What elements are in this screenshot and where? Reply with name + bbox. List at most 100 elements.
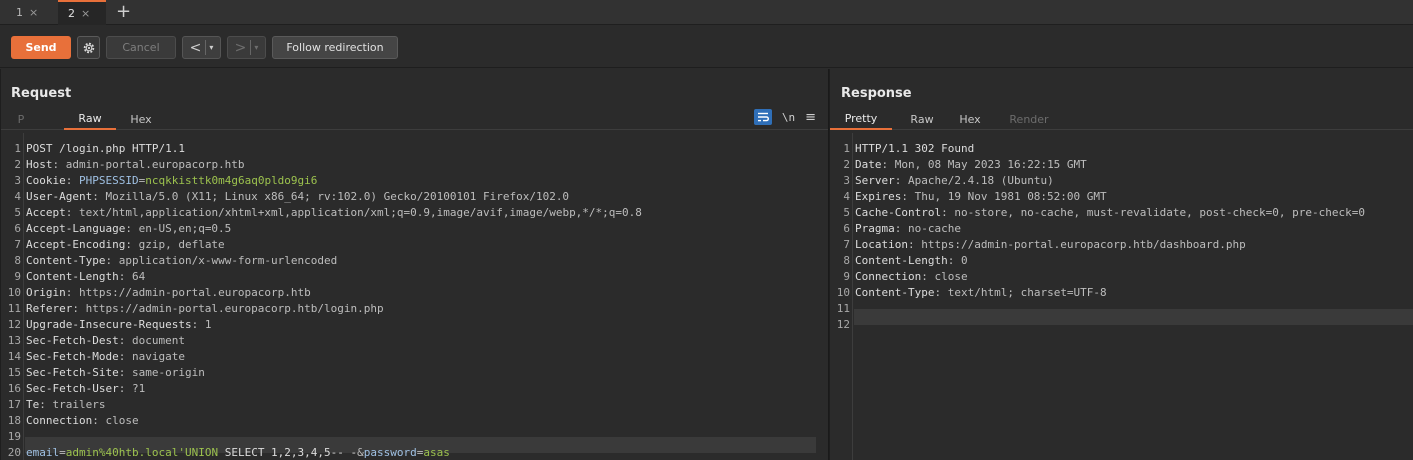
- line-text: Accept-Encoding: gzip, deflate: [26, 237, 225, 253]
- line-text: Accept-Language: en-US,en;q=0.5: [26, 221, 231, 237]
- tab-1[interactable]: 1 ×: [6, 0, 52, 25]
- line-text: POST /login.php HTTP/1.1: [26, 141, 185, 157]
- header-value: : admin-portal.europacorp.htb: [52, 158, 245, 171]
- line-text: Cookie: PHPSESSID=ncqkkisttk0m4g6aq0pldo…: [26, 173, 317, 189]
- code-line: 2 Date: Mon, 08 May 2023 16:22:15 GMT: [830, 157, 1413, 173]
- code-line: 8 Content-Type: application/x-www-form-ur…: [1, 253, 828, 269]
- header-name: Pragma: [855, 222, 895, 235]
- code-line: 17 Te: trailers: [1, 397, 828, 413]
- tab-pretty[interactable]: Pretty: [830, 108, 892, 130]
- code-line: 16 Sec-Fetch-User: ?1: [1, 381, 828, 397]
- header-value: : navigate: [118, 350, 185, 363]
- code-line: 3 Cookie: PHPSESSID=ncqkkisttk0m4g6aq0pld…: [1, 173, 828, 189]
- header-value: : close: [92, 414, 139, 427]
- code-line: 12: [830, 317, 1413, 333]
- tab-pretty[interactable]: P: [11, 108, 31, 130]
- line-text: Content-Length: 64: [26, 269, 145, 285]
- line-text: Expires: Thu, 19 Nov 1981 08:52:00 GMT: [855, 189, 1107, 205]
- close-icon[interactable]: ×: [81, 7, 90, 20]
- code-line: 6 Accept-Language: en-US,en;q=0.5: [1, 221, 828, 237]
- separator: [250, 40, 252, 55]
- header-value: : Mozilla/5.0 (X11; Linux x86_64; rv:102…: [92, 190, 570, 203]
- cancel-button[interactable]: Cancel: [106, 36, 176, 59]
- back-button[interactable]: < ▾: [182, 36, 221, 59]
- tab-raw[interactable]: Raw: [902, 108, 942, 130]
- header-value: : document: [118, 334, 185, 347]
- line-number: 7: [843, 238, 850, 251]
- add-tab-button[interactable]: +: [116, 1, 131, 23]
- line-number: 19: [7, 430, 21, 443]
- close-icon[interactable]: ×: [29, 6, 38, 19]
- code-line: 7 Accept-Encoding: gzip, deflate: [1, 237, 828, 253]
- line-number: 18: [7, 414, 21, 427]
- tab-2[interactable]: 2 ×: [58, 0, 106, 25]
- tab-hex[interactable]: Hex: [952, 108, 988, 130]
- header-name: Origin: [26, 286, 66, 299]
- line-text: Host: admin-portal.europacorp.htb: [26, 157, 245, 173]
- header-name: Content-Type: [855, 286, 935, 299]
- body-eq: =: [59, 446, 66, 459]
- tab-label: 1: [16, 6, 23, 19]
- line-number: 5: [14, 206, 21, 219]
- line-number: 3: [14, 174, 21, 187]
- chevron-left-icon: <: [189, 39, 202, 56]
- line-number: 12: [7, 318, 21, 331]
- header-name: Sec-Fetch-Site: [26, 366, 119, 379]
- body-param-name: password: [363, 446, 417, 459]
- body-param-value: asas: [423, 446, 450, 459]
- body-param-value: admin%40htb.local'UNION: [65, 446, 219, 459]
- cookie-name: PHPSESSID: [79, 174, 139, 187]
- chevron-down-icon[interactable]: ▾: [209, 43, 213, 52]
- header-name: Location: [855, 238, 908, 251]
- code-line: 10 Origin: https://admin-portal.europacor…: [1, 285, 828, 301]
- chevron-down-icon[interactable]: ▾: [254, 43, 258, 52]
- line-number: 17: [7, 398, 21, 411]
- request-editor[interactable]: 1 POST /login.php HTTP/1.1 2 Host: admin-po…: [1, 133, 828, 460]
- header-value: : ?1: [118, 382, 146, 395]
- code-line: 3 Server: Apache/2.4.18 (Ubuntu): [830, 173, 1413, 189]
- wrap-lines-toggle[interactable]: [753, 109, 772, 125]
- code-line: 13 Sec-Fetch-Dest: document: [1, 333, 828, 349]
- header-value: : https://admin-portal.europacorp.htb: [65, 286, 311, 299]
- code-line: 10 Content-Type: text/html; charset=UTF-8: [830, 285, 1413, 301]
- settings-button[interactable]: [77, 36, 100, 59]
- header-value: : no-store, no-cache, must-revalidate, p…: [941, 206, 1365, 219]
- code-line: 11 Referer: https://admin-portal.europaco…: [1, 301, 828, 317]
- code-line: 9 Content-Length: 64: [1, 269, 828, 285]
- forward-button[interactable]: > ▾: [227, 36, 266, 59]
- menu-icon[interactable]: ≡: [805, 110, 816, 125]
- tab-raw[interactable]: Raw: [64, 108, 116, 130]
- request-panel: Request P Raw Hex \n ≡ 1 POST /login.php …: [0, 69, 828, 460]
- header-value: : same-origin: [118, 366, 205, 379]
- send-button[interactable]: Send: [11, 36, 71, 59]
- show-newlines-toggle[interactable]: \n: [782, 111, 795, 124]
- code-line: 1 POST /login.php HTTP/1.1: [1, 141, 828, 157]
- tab-render[interactable]: Render: [1002, 108, 1056, 130]
- line-text: Accept: text/html,application/xhtml+xml,…: [26, 205, 642, 221]
- line-number: 10: [7, 286, 21, 299]
- line-number: 12: [836, 318, 850, 331]
- header-name: Server: [855, 174, 895, 187]
- line-number: 15: [7, 366, 21, 379]
- code-line: 14 Sec-Fetch-Mode: navigate: [1, 349, 828, 365]
- response-title: Response: [841, 86, 912, 101]
- code-line: 5 Cache-Control: no-store, no-cache, must…: [830, 205, 1413, 221]
- code-line: 2 Host: admin-portal.europacorp.htb: [1, 157, 828, 173]
- response-editor[interactable]: 1 HTTP/1.1 302 Found 2 Date: Mon, 08 May 20…: [830, 133, 1413, 460]
- follow-redirection-button[interactable]: Follow redirection: [272, 36, 398, 59]
- header-value: : Mon, 08 May 2023 16:22:15 GMT: [881, 158, 1087, 171]
- line-text: Date: Mon, 08 May 2023 16:22:15 GMT: [855, 157, 1087, 173]
- header-value: : trailers: [39, 398, 106, 411]
- header-name: Sec-Fetch-Dest: [26, 334, 119, 347]
- line-number: 13: [7, 334, 21, 347]
- line-text: Connection: close: [26, 413, 139, 429]
- header-name: POST /login.php HTTP/1.1: [26, 142, 185, 155]
- line-text: Content-Length: 0: [855, 253, 968, 269]
- tab-hex[interactable]: Hex: [119, 108, 163, 130]
- code-line: 9 Connection: close: [830, 269, 1413, 285]
- code-line: 20 email=admin%40htb.local'UNION SELECT 1…: [1, 445, 828, 460]
- header-name: Sec-Fetch-User: [26, 382, 119, 395]
- line-text: Origin: https://admin-portal.europacorp.…: [26, 285, 311, 301]
- code-line: 11: [830, 301, 1413, 317]
- code-line: 5 Accept: text/html,application/xhtml+xml…: [1, 205, 828, 221]
